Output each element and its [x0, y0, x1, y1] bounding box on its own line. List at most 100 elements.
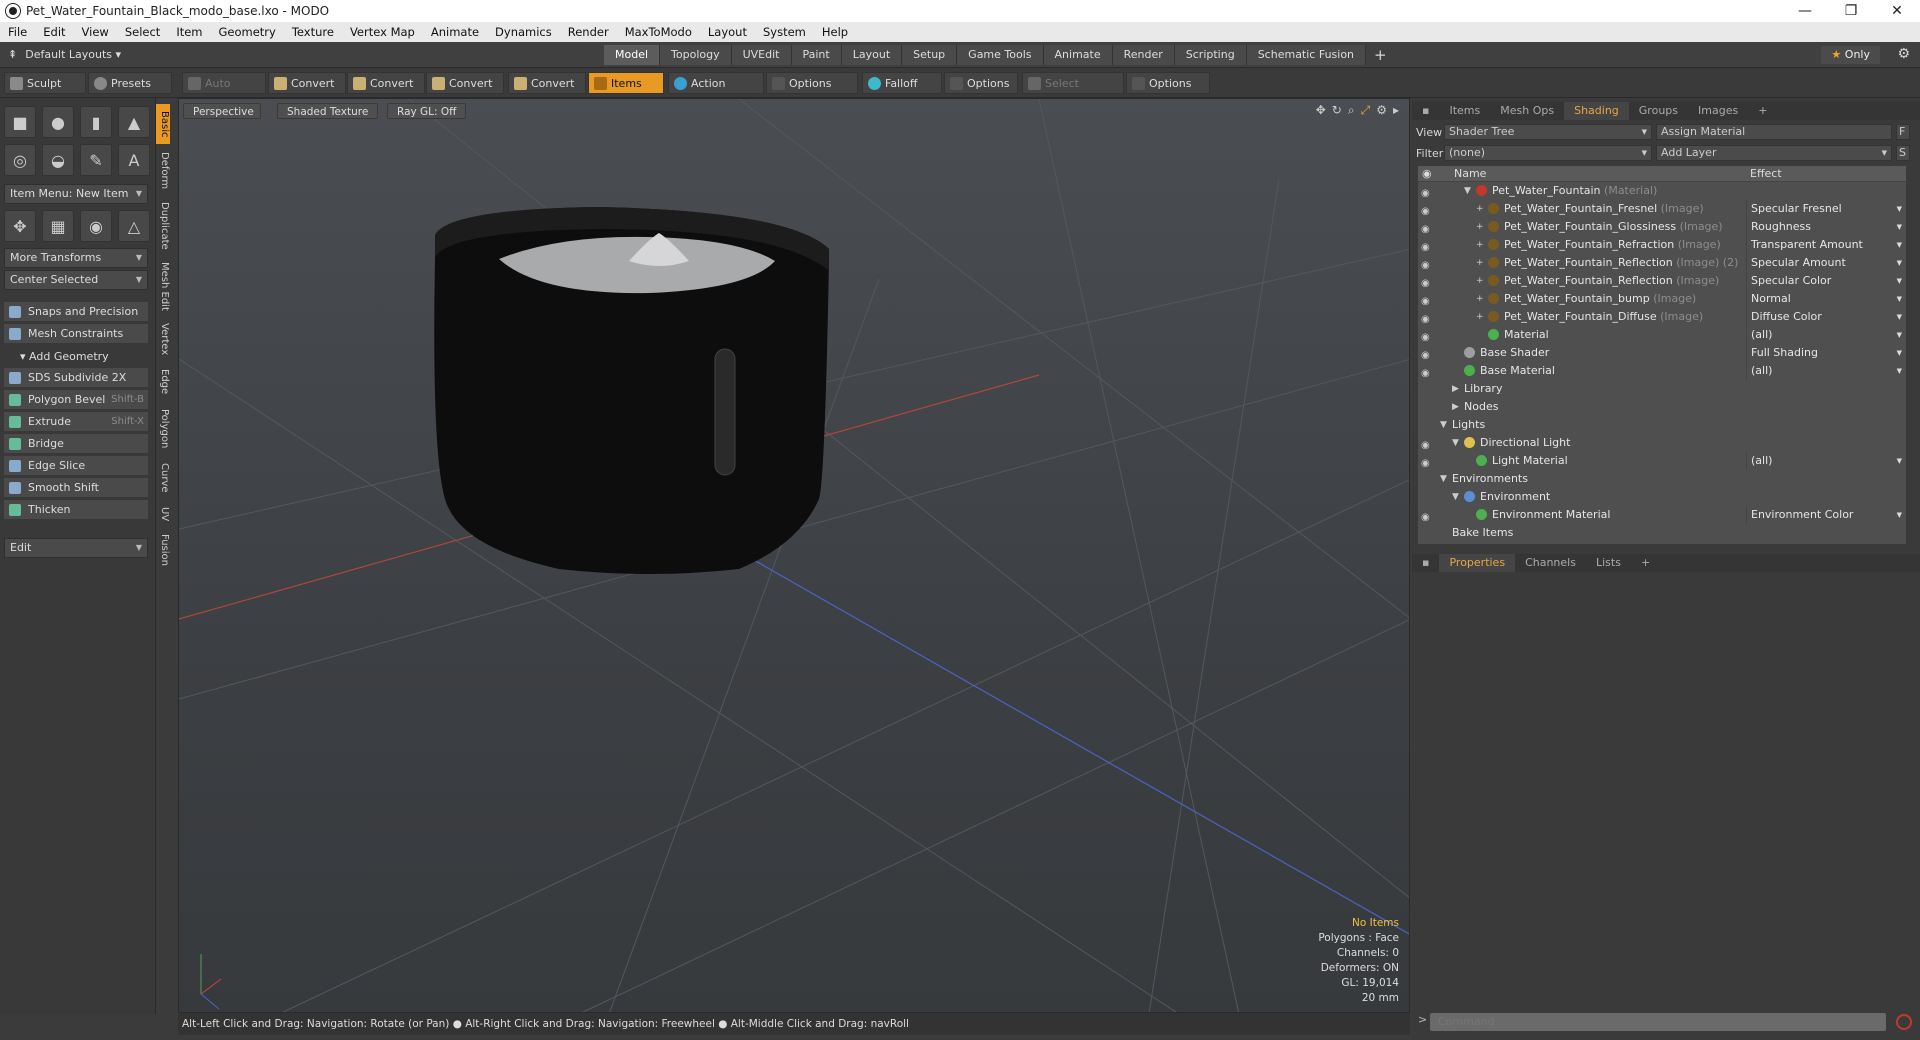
viewport-settings-icon[interactable]: ⚙: [1376, 103, 1387, 118]
vtab-basic[interactable]: Basic: [156, 104, 170, 144]
torus-icon[interactable]: ◎: [4, 144, 36, 176]
rotate-icon[interactable]: ↻: [1332, 103, 1342, 118]
menu-help[interactable]: Help: [814, 25, 856, 39]
shading-mode-button[interactable]: Shaded Texture: [277, 103, 379, 119]
eye-icon[interactable]: ◉: [1421, 365, 1433, 379]
shader-tree-row[interactable]: ◉ + Pet_Water_Fountain_Refraction (Image) T…: [1418, 236, 1906, 254]
shader-tree-row[interactable]: ▼ Lights: [1418, 416, 1906, 434]
collapse-icon[interactable]: ⇞: [8, 48, 17, 61]
eye-icon[interactable]: ◉: [1421, 275, 1433, 289]
only-button[interactable]: ★ Only: [1821, 46, 1880, 64]
layout-tab-game-tools[interactable]: Game Tools: [957, 45, 1044, 65]
capsule-icon[interactable]: ◒: [42, 144, 74, 176]
menu-view[interactable]: View: [74, 25, 117, 39]
layout-tab-uvedit[interactable]: UVEdit: [731, 45, 792, 65]
tool-edge-slice[interactable]: Edge Slice: [4, 456, 148, 476]
convert-edges-button[interactable]: Convert: [347, 72, 425, 94]
item-menu-dropdown[interactable]: Item Menu: New Item: [4, 184, 148, 204]
edit-dropdown[interactable]: Edit: [4, 538, 148, 558]
cube-icon[interactable]: ■: [4, 106, 36, 138]
eye-icon[interactable]: ◉: [1421, 455, 1433, 469]
falloff-button[interactable]: Falloff: [862, 72, 942, 94]
effect-dropdown[interactable]: (all): [1746, 452, 1906, 470]
shader-tree-row[interactable]: ▼ Environment: [1418, 488, 1906, 506]
layout-tab-model[interactable]: Model: [604, 45, 661, 65]
tool-bridge[interactable]: Bridge: [4, 434, 148, 454]
menu-layout[interactable]: Layout: [700, 25, 755, 39]
shader-tree-row[interactable]: ◉ + Pet_Water_Fountain_Reflection (Image) S…: [1418, 272, 1906, 290]
eye-icon[interactable]: ◉: [1421, 257, 1433, 271]
expand-toggle-icon[interactable]: ▼: [1452, 434, 1459, 452]
expand-arrow-icon[interactable]: ▸: [1393, 103, 1399, 118]
3d-viewport[interactable]: Perspective Shaded Texture Ray GL: Off ✥…: [178, 98, 1410, 1013]
record-icon[interactable]: [1896, 1014, 1912, 1030]
convert-vertices-button[interactable]: Convert: [268, 72, 346, 94]
command-input[interactable]: [1430, 1013, 1886, 1031]
transform-icon[interactable]: ✥: [4, 210, 36, 242]
add-tab-icon[interactable]: +: [1748, 102, 1777, 120]
zoom-icon[interactable]: ⌕: [1348, 103, 1355, 118]
fit-icon[interactable]: ⤢: [1361, 103, 1371, 118]
name-column-header[interactable]: Name: [1454, 167, 1486, 180]
tool-thicken[interactable]: Thicken: [4, 500, 148, 520]
items-mode-button[interactable]: Items: [588, 72, 664, 94]
layout-tab-animate[interactable]: Animate: [1043, 45, 1113, 65]
layout-tab-paint[interactable]: Paint: [791, 45, 842, 65]
shader-tree-row[interactable]: ◉ Light Material (all): [1418, 452, 1906, 470]
tool-smooth-shift[interactable]: Smooth Shift: [4, 478, 148, 498]
action-center-button[interactable]: Action Center: [668, 72, 764, 112]
assign-material-button[interactable]: Assign Material: [1656, 124, 1892, 140]
shader-tree-row[interactable]: ◉ + Pet_Water_Fountain_Reflection (Image) …: [1418, 254, 1906, 272]
shader-tree-row[interactable]: ◉ + Pet_Water_Fountain_Fresnel (Image) Spec…: [1418, 200, 1906, 218]
shader-tree-row[interactable]: ◉ Environment Material Environment Color: [1418, 506, 1906, 524]
options-button-3[interactable]: Options: [1126, 72, 1210, 94]
effect-dropdown[interactable]: Normal: [1746, 290, 1906, 308]
tab-properties[interactable]: Properties: [1439, 554, 1516, 572]
effect-dropdown[interactable]: Specular Amount: [1746, 254, 1906, 272]
eye-icon[interactable]: ◉: [1421, 221, 1433, 235]
menu-edit[interactable]: Edit: [35, 25, 73, 39]
expand-toggle-icon[interactable]: +: [1476, 218, 1484, 236]
tab-images[interactable]: Images: [1688, 102, 1748, 120]
vtab-fusion[interactable]: Fusion: [156, 530, 170, 570]
expand-toggle-icon[interactable]: ▼: [1464, 182, 1471, 200]
expand-toggle-icon[interactable]: +: [1476, 272, 1484, 290]
eye-icon[interactable]: ◉: [1421, 239, 1433, 253]
tab-items[interactable]: Items: [1439, 102, 1490, 120]
shader-tree-row[interactable]: ▶ Nodes: [1418, 398, 1906, 416]
shader-tree-row[interactable]: ◉ ▼ Pet_Water_Fountain (Material): [1418, 182, 1906, 200]
menu-animate[interactable]: Animate: [423, 25, 487, 39]
layout-tab-layout[interactable]: Layout: [841, 45, 903, 65]
shader-tree-row[interactable]: ◉ + Pet_Water_Fountain_Diffuse (Image) Diff…: [1418, 308, 1906, 326]
grid-icon[interactable]: ▦: [42, 210, 74, 242]
vtab-edge[interactable]: Edge: [156, 364, 170, 400]
eye-icon[interactable]: ◉: [1421, 293, 1433, 307]
panel-menu-icon[interactable]: ▪: [1412, 102, 1439, 120]
expand-toggle-icon[interactable]: +: [1476, 236, 1484, 254]
tool-sds-subdivide-2x[interactable]: SDS Subdivide 2X: [4, 368, 148, 388]
eye-icon[interactable]: ◉: [1421, 329, 1433, 343]
menu-render[interactable]: Render: [560, 25, 617, 39]
tab-groups[interactable]: Groups: [1629, 102, 1688, 120]
maximize-button[interactable]: ❐: [1828, 3, 1874, 19]
eye-icon[interactable]: ◉: [1421, 437, 1433, 451]
shader-tree-row[interactable]: ▼ Environments: [1418, 470, 1906, 488]
expand-toggle-icon[interactable]: +: [1476, 200, 1484, 218]
view-dropdown[interactable]: Shader Tree: [1444, 124, 1652, 140]
add-layer-dropdown[interactable]: Add Layer: [1656, 145, 1892, 161]
eye-icon[interactable]: ◉: [1421, 509, 1433, 523]
gear-icon[interactable]: ⚙: [1897, 46, 1910, 62]
effect-dropdown[interactable]: Environment Color: [1746, 506, 1906, 524]
effect-dropdown[interactable]: (all): [1746, 326, 1906, 344]
perspective-button[interactable]: Perspective: [183, 103, 261, 119]
tab-lists[interactable]: Lists: [1586, 554, 1631, 572]
pan-icon[interactable]: ✥: [1316, 103, 1326, 118]
menu-system[interactable]: System: [755, 25, 814, 39]
f-button[interactable]: F: [1896, 124, 1910, 140]
layout-tab-schematic-fusion[interactable]: Schematic Fusion: [1246, 45, 1367, 65]
effect-dropdown[interactable]: Specular Fresnel: [1746, 200, 1906, 218]
eye-icon[interactable]: ◉: [1421, 185, 1433, 199]
auto-select-button[interactable]: Auto Select: [182, 72, 266, 112]
vtab-deform[interactable]: Deform: [156, 148, 170, 194]
eye-icon[interactable]: ◉: [1421, 311, 1433, 325]
